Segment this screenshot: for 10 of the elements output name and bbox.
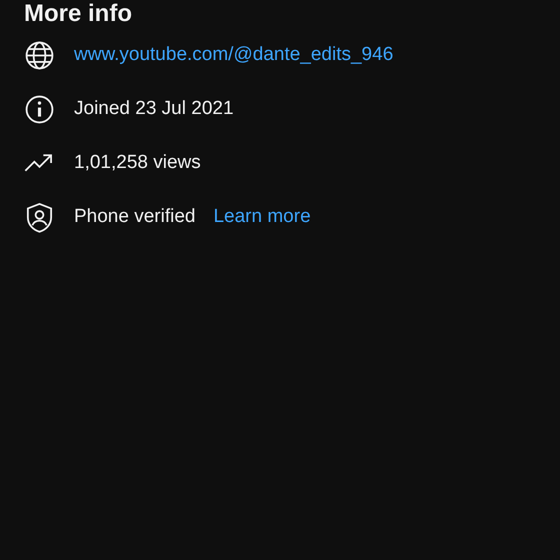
channel-link[interactable]: www.youtube.com/@dante_edits_946 xyxy=(74,44,394,66)
trending-icon xyxy=(24,154,55,172)
globe-icon xyxy=(24,40,55,70)
joined-date: Joined 23 Jul 2021 xyxy=(74,98,234,120)
info-icon xyxy=(24,94,55,124)
section-heading: More info xyxy=(24,0,133,28)
learn-more-link[interactable]: Learn more xyxy=(213,206,311,228)
verification-status: Phone verified xyxy=(74,206,196,228)
view-count: 1,01,258 views xyxy=(74,152,201,174)
shield-person-icon xyxy=(24,202,55,232)
